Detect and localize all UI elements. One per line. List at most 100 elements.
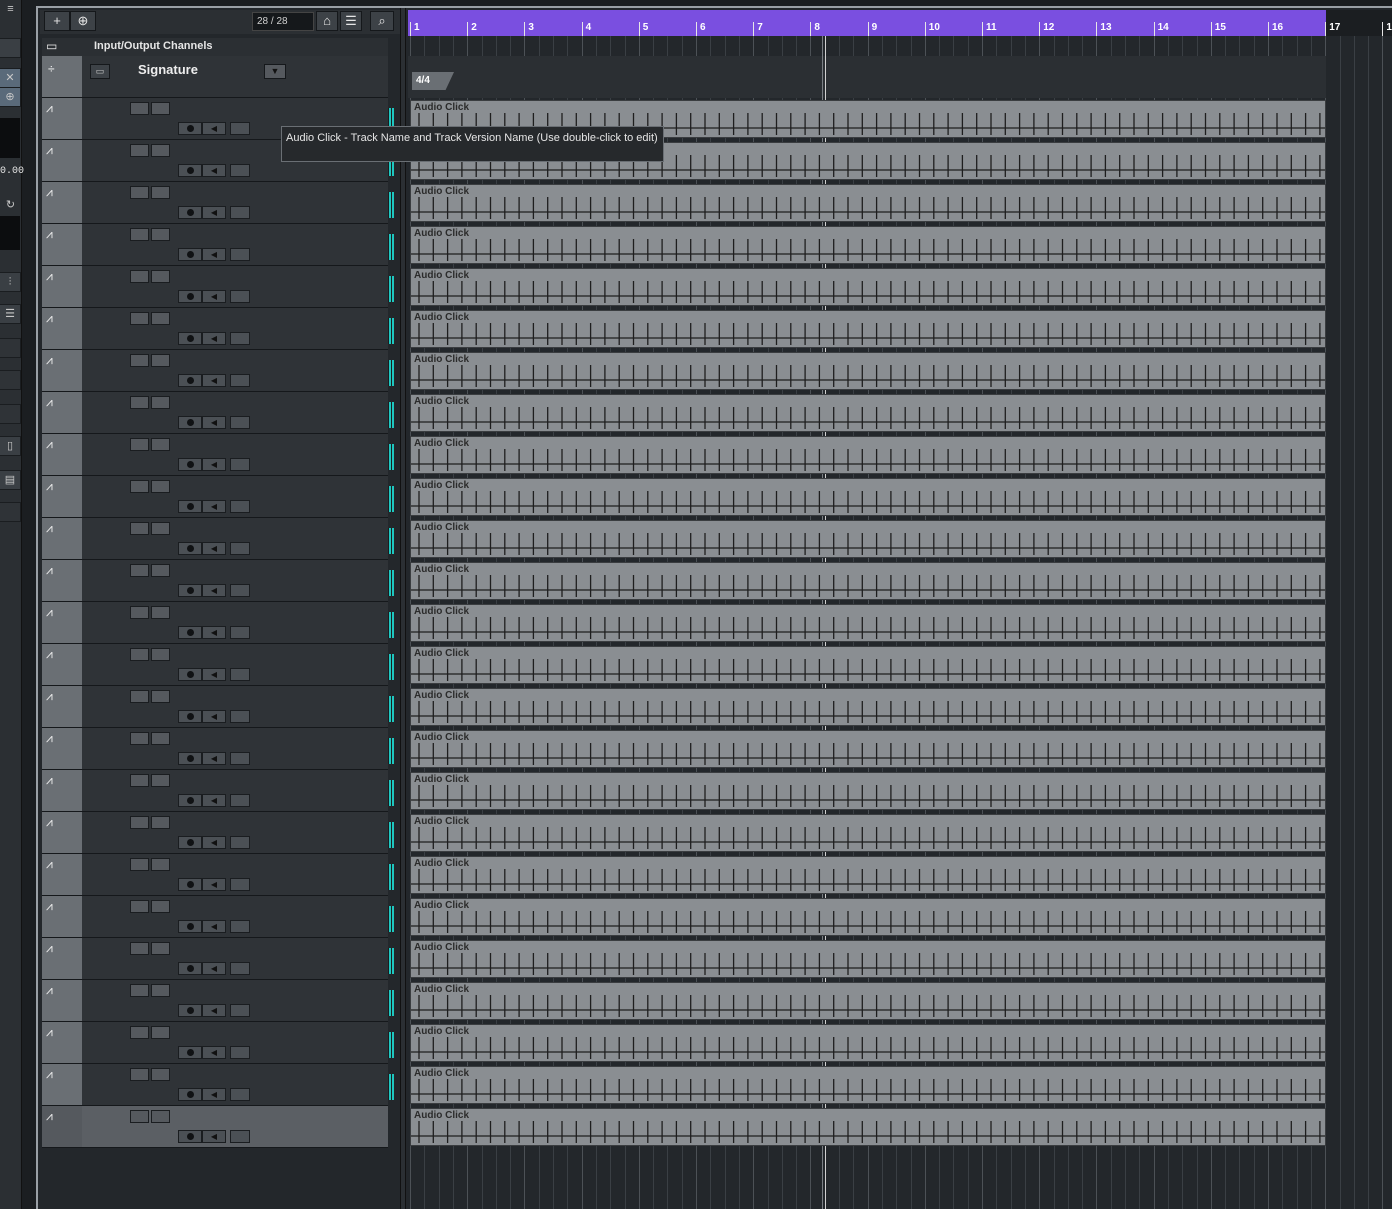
mute-button[interactable]: [130, 480, 149, 493]
record-enable-button[interactable]: [178, 878, 202, 891]
channel-icon[interactable]: ⫶: [0, 272, 21, 292]
solo-button[interactable]: [151, 648, 170, 661]
record-enable-button[interactable]: [178, 122, 202, 135]
list-icon[interactable]: ☰: [340, 11, 362, 31]
monitor-button[interactable]: ◀: [202, 626, 226, 639]
audio-event[interactable]: Audio Click: [410, 940, 1326, 978]
mute-button[interactable]: [130, 816, 149, 829]
track-row[interactable]: ⩘ ◀: [42, 266, 388, 308]
solo-button[interactable]: [151, 144, 170, 157]
record-enable-button[interactable]: [178, 458, 202, 471]
mute-button[interactable]: [130, 396, 149, 409]
monitor-button[interactable]: ◀: [202, 122, 226, 135]
mute-button[interactable]: [130, 186, 149, 199]
monitor-button[interactable]: ◀: [202, 458, 226, 471]
record-enable-button[interactable]: [178, 164, 202, 177]
chevron-down-icon[interactable]: ▼: [264, 64, 286, 79]
record-enable-button[interactable]: [178, 542, 202, 555]
audio-event[interactable]: Audio Click: [410, 646, 1326, 684]
mute-button[interactable]: [130, 438, 149, 451]
mute-button[interactable]: [130, 1068, 149, 1081]
signature-track[interactable]: ÷ ▭ Signature ▼: [42, 56, 388, 98]
panel-icon[interactable]: ▯: [0, 436, 21, 456]
record-enable-button[interactable]: [178, 416, 202, 429]
record-enable-button[interactable]: [178, 374, 202, 387]
track-row[interactable]: ⩘ ◀: [42, 644, 388, 686]
edit-button[interactable]: [230, 668, 250, 681]
record-enable-button[interactable]: [178, 626, 202, 639]
monitor-button[interactable]: ◀: [202, 668, 226, 681]
track-row[interactable]: ⩘ ◀: [42, 980, 388, 1022]
edit-button[interactable]: [230, 752, 250, 765]
solo-button[interactable]: [151, 984, 170, 997]
edit-button[interactable]: [230, 920, 250, 933]
track-row[interactable]: ⩘ ◀: [42, 350, 388, 392]
edit-button[interactable]: [230, 626, 250, 639]
solo-button[interactable]: [151, 858, 170, 871]
inspector-button[interactable]: [0, 38, 21, 58]
record-enable-button[interactable]: [178, 1004, 202, 1017]
mute-button[interactable]: [130, 312, 149, 325]
edit-button[interactable]: [230, 122, 250, 135]
monitor-button[interactable]: ◀: [202, 248, 226, 261]
audio-event[interactable]: Audio Click: [410, 352, 1326, 390]
automation-icon[interactable]: ⊕: [0, 87, 21, 107]
edit-button[interactable]: [230, 1004, 250, 1017]
solo-button[interactable]: [151, 1026, 170, 1039]
audio-event[interactable]: Audio Click: [410, 898, 1326, 936]
audio-event[interactable]: Audio Click: [410, 982, 1326, 1020]
edit-button[interactable]: [230, 584, 250, 597]
solo-button[interactable]: [151, 1068, 170, 1081]
mute-button[interactable]: [130, 648, 149, 661]
track-row[interactable]: ⩘ ◀: [42, 1022, 388, 1064]
track-row[interactable]: ⩘ ◀: [42, 728, 388, 770]
track-row[interactable]: ⩘ ◀: [42, 602, 388, 644]
record-enable-button[interactable]: [178, 710, 202, 723]
splitter[interactable]: [400, 8, 406, 1209]
edit-button[interactable]: [230, 1046, 250, 1059]
mute-button[interactable]: [130, 564, 149, 577]
solo-button[interactable]: [151, 312, 170, 325]
monitor-button[interactable]: ◀: [202, 878, 226, 891]
mute-button[interactable]: [130, 1026, 149, 1039]
track-row[interactable]: ⩘ ◀: [42, 182, 388, 224]
monitor-button[interactable]: ◀: [202, 290, 226, 303]
monitor-button[interactable]: ◀: [202, 1088, 226, 1101]
solo-button[interactable]: [151, 564, 170, 577]
record-enable-button[interactable]: [178, 1130, 202, 1143]
solo-button[interactable]: [151, 480, 170, 493]
audio-event[interactable]: Audio Click: [410, 604, 1326, 642]
audio-event[interactable]: Audio Click: [410, 772, 1326, 810]
monitor-button[interactable]: ◀: [202, 794, 226, 807]
edit-button[interactable]: [230, 962, 250, 975]
monitor-button[interactable]: ◀: [202, 752, 226, 765]
monitor-button[interactable]: ◀: [202, 164, 226, 177]
folder-track[interactable]: ▭ Input/Output Channels: [42, 38, 388, 56]
mute-button[interactable]: [130, 270, 149, 283]
monitor-button[interactable]: ◀: [202, 332, 226, 345]
audio-event[interactable]: Audio Click: [410, 730, 1326, 768]
monitor-button[interactable]: ◀: [202, 542, 226, 555]
monitor-button[interactable]: ◀: [202, 836, 226, 849]
monitor-button[interactable]: ◀: [202, 374, 226, 387]
audio-event[interactable]: Audio Click: [410, 520, 1326, 558]
add-track-button[interactable]: +: [44, 11, 70, 31]
mute-button[interactable]: [130, 900, 149, 913]
monitor-button[interactable]: ◀: [202, 920, 226, 933]
record-enable-button[interactable]: [178, 752, 202, 765]
lock-icon[interactable]: ▭: [90, 64, 110, 79]
edit-button[interactable]: [230, 878, 250, 891]
edit-button[interactable]: [230, 542, 250, 555]
audio-event[interactable]: Audio Click: [410, 688, 1326, 726]
audio-event[interactable]: Audio Click: [410, 268, 1326, 306]
track-row[interactable]: ⩘ ◀: [42, 1064, 388, 1106]
audio-event[interactable]: Audio Click: [410, 562, 1326, 600]
volume-value[interactable]: 0.00: [0, 166, 24, 177]
signature-marker[interactable]: 4/4: [412, 72, 454, 90]
solo-button[interactable]: [151, 1110, 170, 1123]
monitor-button[interactable]: ◀: [202, 1004, 226, 1017]
audio-event[interactable]: Audio Click: [410, 1066, 1326, 1104]
track-row[interactable]: ⩘ ◀: [42, 938, 388, 980]
solo-button[interactable]: [151, 900, 170, 913]
edit-button[interactable]: [230, 248, 250, 261]
